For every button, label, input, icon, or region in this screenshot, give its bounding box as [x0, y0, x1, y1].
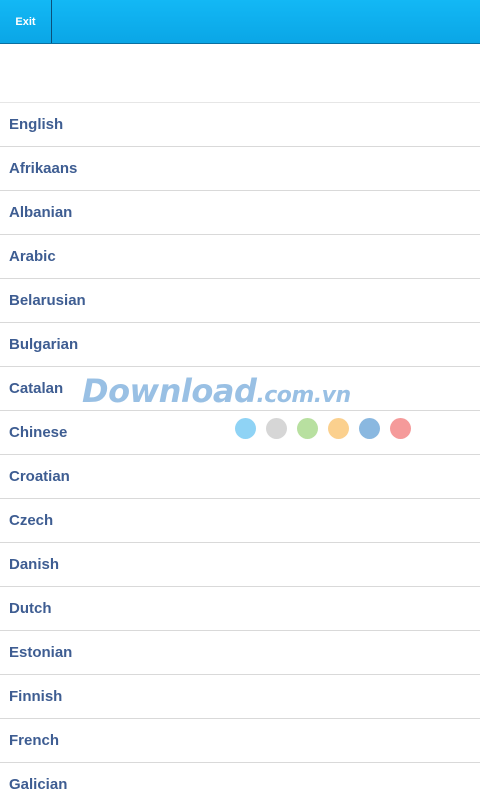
- language-list: English Afrikaans Albanian Arabic Belaru…: [0, 103, 480, 800]
- language-item[interactable]: Catalan: [0, 367, 480, 411]
- language-item[interactable]: French: [0, 719, 480, 763]
- language-item[interactable]: Danish: [0, 543, 480, 587]
- language-item[interactable]: Galician: [0, 763, 480, 800]
- exit-button[interactable]: Exit: [0, 0, 52, 43]
- language-item[interactable]: Estonian: [0, 631, 480, 675]
- language-item[interactable]: Bulgarian: [0, 323, 480, 367]
- language-item[interactable]: Albanian: [0, 191, 480, 235]
- language-item[interactable]: Dutch: [0, 587, 480, 631]
- language-item[interactable]: English: [0, 103, 480, 147]
- language-item[interactable]: Afrikaans: [0, 147, 480, 191]
- top-bar: Exit: [0, 0, 480, 44]
- language-item[interactable]: Finnish: [0, 675, 480, 719]
- language-item[interactable]: Croatian: [0, 455, 480, 499]
- language-item[interactable]: Czech: [0, 499, 480, 543]
- app-screen: Exit English Afrikaans Albanian Arabic B…: [0, 0, 480, 800]
- language-item[interactable]: Chinese: [0, 411, 480, 455]
- language-item[interactable]: Belarusian: [0, 279, 480, 323]
- blank-header-area: [0, 44, 480, 103]
- language-item[interactable]: Arabic: [0, 235, 480, 279]
